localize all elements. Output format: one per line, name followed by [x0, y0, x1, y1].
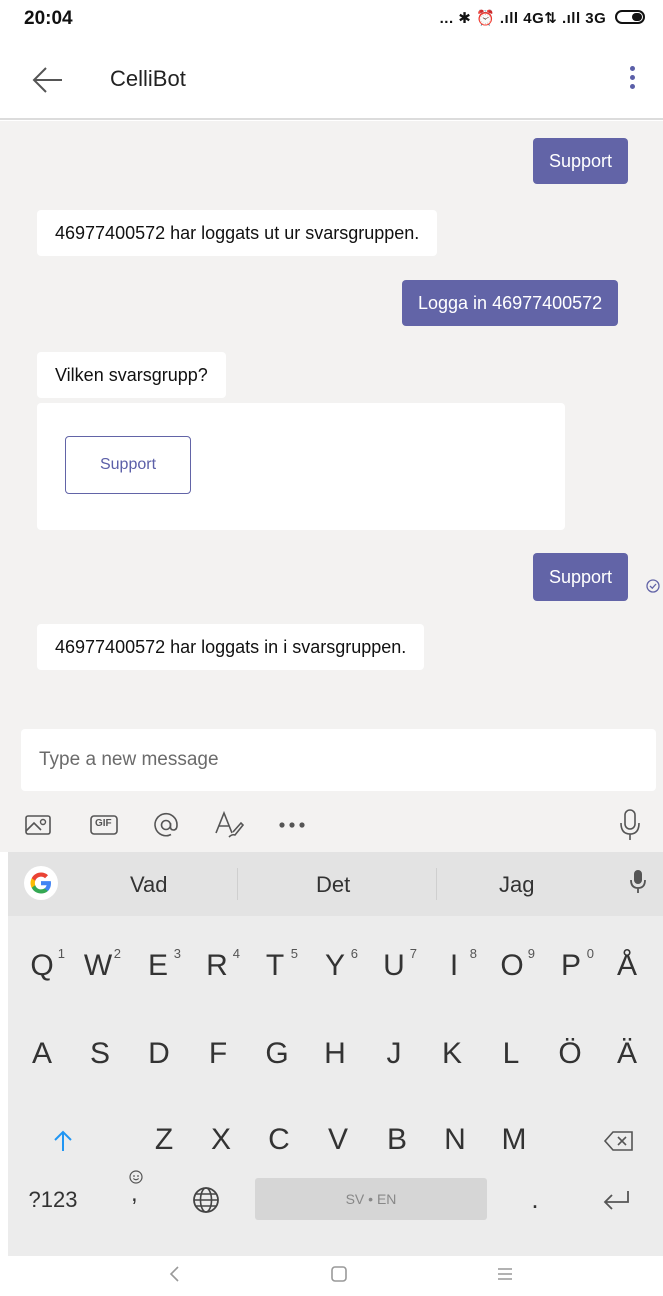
enter-icon — [603, 1191, 629, 1210]
message-incoming[interactable]: 46977400572 har loggats ut ur svarsgrupp… — [37, 210, 438, 256]
home-square-icon — [331, 1266, 347, 1282]
mention-icon — [154, 812, 178, 837]
comma-label: , — [131, 1180, 138, 1207]
key-n[interactable]: N — [430, 1110, 480, 1170]
key-u[interactable]: U7 — [369, 936, 419, 996]
compose-area: GIF — [0, 729, 663, 852]
key-l[interactable]: L — [486, 1024, 536, 1084]
key-a-umlaut[interactable]: Ä — [602, 1024, 652, 1084]
divider — [237, 868, 238, 900]
nav-home-button[interactable] — [330, 1264, 348, 1290]
suggestion-word[interactable]: Det — [316, 872, 350, 898]
format-icon — [215, 810, 245, 838]
language-key[interactable] — [186, 1180, 226, 1220]
message-incoming[interactable]: 46977400572 har loggats in i svarsgruppe… — [37, 624, 425, 670]
card-support-button[interactable]: Support — [65, 436, 191, 494]
suggestion-word[interactable]: Jag — [499, 872, 534, 898]
key-k[interactable]: K — [427, 1024, 477, 1084]
chevron-left-icon — [169, 1266, 179, 1282]
more-options-button[interactable] — [623, 62, 641, 98]
key-o[interactable]: O9 — [487, 936, 537, 996]
voice-button[interactable] — [616, 807, 644, 843]
key-s[interactable]: S — [75, 1024, 125, 1084]
message-incoming[interactable]: Vilken svarsgrupp? — [37, 352, 226, 398]
emoji-comma-key[interactable]: , — [118, 1170, 154, 1220]
key-j[interactable]: J — [369, 1024, 419, 1084]
key-r[interactable]: R4 — [192, 936, 242, 996]
message-outgoing[interactable]: Support — [533, 138, 629, 184]
page-title: CelliBot — [110, 66, 186, 91]
status-icons-text: ... ✱ ⏰ .ıll 4G⇅ .ıll 3G — [439, 10, 607, 27]
google-logo-icon — [30, 872, 51, 894]
suggestion-word[interactable]: Vad — [130, 872, 168, 898]
backspace-icon — [603, 1131, 633, 1151]
key-b[interactable]: B — [372, 1110, 422, 1170]
battery-icon — [615, 10, 645, 24]
compose-toolbar: GIF — [0, 799, 663, 849]
nav-menu-button[interactable] — [496, 1264, 514, 1290]
app-header: CelliBot — [0, 40, 663, 120]
image-button[interactable] — [22, 807, 54, 843]
more-dot — [629, 66, 635, 71]
key-m[interactable]: M — [489, 1110, 539, 1170]
key-d[interactable]: D — [134, 1024, 184, 1084]
more-tools-button[interactable] — [276, 807, 308, 843]
key-g[interactable]: G — [252, 1024, 302, 1084]
key-a[interactable]: A — [17, 1024, 67, 1084]
key-i[interactable]: I8 — [429, 936, 479, 996]
key-c[interactable]: C — [254, 1110, 304, 1170]
suggestion-bar: Vad Det Jag — [8, 852, 663, 916]
key-t[interactable]: T5 — [250, 936, 300, 996]
microphone-icon — [630, 870, 646, 893]
key-f[interactable]: F — [193, 1024, 243, 1084]
key-x[interactable]: X — [196, 1110, 246, 1170]
gif-button[interactable]: GIF — [88, 807, 120, 843]
more-icon — [279, 822, 305, 828]
chat-area[interactable]: Support 46977400572 har loggats ut ur sv… — [0, 121, 663, 729]
message-input[interactable] — [39, 743, 629, 777]
divider — [436, 868, 437, 900]
key-e[interactable]: E3 — [133, 936, 183, 996]
back-arrow-icon — [32, 67, 62, 93]
mention-button[interactable] — [150, 807, 182, 843]
backspace-key[interactable] — [594, 1110, 644, 1170]
enter-key[interactable] — [594, 1180, 638, 1220]
space-key[interactable]: SV • EN — [255, 1178, 487, 1220]
key-a-ring[interactable]: Å — [602, 936, 652, 996]
message-outgoing[interactable]: Logga in 46977400572 — [402, 280, 619, 326]
shift-arrow-icon — [54, 1130, 72, 1152]
key-v[interactable]: V — [313, 1110, 363, 1170]
symbols-key[interactable]: ?123 — [18, 1180, 88, 1220]
key-q[interactable]: Q1 — [17, 936, 67, 996]
message-outgoing[interactable]: Support — [533, 553, 629, 601]
more-dot — [629, 75, 635, 80]
gif-label: GIF — [95, 818, 112, 829]
key-z[interactable]: Z — [139, 1110, 189, 1170]
system-navigation-bar — [0, 1256, 663, 1296]
keyboard-voice-button[interactable] — [628, 868, 648, 900]
microphone-icon — [620, 809, 640, 840]
format-button[interactable] — [212, 807, 246, 843]
status-time: 20:04 — [24, 8, 73, 29]
key-p[interactable]: P0 — [546, 936, 596, 996]
period-key[interactable]: . — [520, 1174, 550, 1224]
key-o-umlaut[interactable]: Ö — [545, 1024, 595, 1084]
shift-key[interactable] — [38, 1110, 88, 1170]
read-receipt-icon — [646, 579, 660, 593]
keyboard: Vad Det Jag Q1 W2 E3 R4 T5 Y6 U7 I8 O9 P… — [8, 852, 663, 1256]
adaptive-card: Support — [37, 403, 565, 530]
nav-back-button[interactable] — [168, 1264, 182, 1290]
message-input-box[interactable] — [21, 729, 656, 791]
key-w[interactable]: W2 — [73, 936, 123, 996]
status-icons: ... ✱ ⏰ .ıll 4G⇅ .ıll 3G — [440, 9, 649, 27]
key-y[interactable]: Y6 — [310, 936, 360, 996]
google-g-icon[interactable] — [24, 866, 58, 900]
menu-icon — [498, 1268, 512, 1280]
key-h[interactable]: H — [310, 1024, 360, 1084]
back-button[interactable] — [28, 62, 68, 98]
status-bar: 20:04 ... ✱ ⏰ .ıll 4G⇅ .ıll 3G — [0, 0, 663, 40]
more-dot — [629, 84, 635, 89]
image-icon — [25, 815, 51, 835]
globe-icon — [193, 1187, 219, 1213]
